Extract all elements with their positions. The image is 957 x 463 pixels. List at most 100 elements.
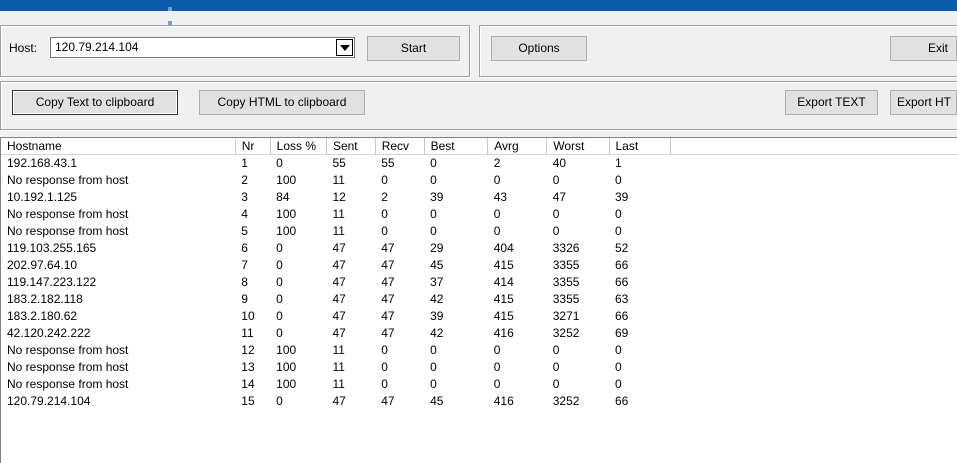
table-cell: 3355 bbox=[552, 275, 580, 289]
table-cell: 47 bbox=[381, 309, 395, 323]
column-header-nr[interactable]: Nr bbox=[235, 138, 271, 155]
table-cell: 63 bbox=[615, 292, 629, 306]
table-cell: 12 bbox=[241, 343, 255, 357]
table-row[interactable]: 192.168.43.1 1 0 55 55 0 2 40 1 bbox=[1, 155, 957, 173]
export-html-button[interactable]: Export HT bbox=[890, 90, 957, 115]
column-header-last[interactable]: Last bbox=[609, 138, 672, 155]
table-cell: 0 bbox=[615, 224, 622, 238]
table-cell: No response from host bbox=[7, 173, 129, 187]
table-cell: No response from host bbox=[7, 224, 129, 238]
table-cell: 0 bbox=[615, 360, 622, 374]
table-cell: 183.2.180.62 bbox=[7, 309, 78, 323]
table-cell: 0 bbox=[615, 377, 622, 391]
table-cell: 0 bbox=[430, 207, 437, 221]
table-row[interactable]: No response from host 5 100 11 0 0 0 0 0 bbox=[1, 223, 957, 240]
table-cell: 11 bbox=[332, 224, 345, 238]
column-header-hostname[interactable]: Hostname bbox=[1, 138, 236, 155]
table-cell: 47 bbox=[332, 241, 346, 255]
table-row[interactable]: 42.120.242.222 11 0 47 47 42 416 3252 69 bbox=[1, 325, 957, 342]
table-row[interactable]: No response from host 4 100 11 0 0 0 0 0 bbox=[1, 206, 957, 223]
table-cell-filler bbox=[671, 291, 957, 308]
table-cell: 9 bbox=[241, 292, 248, 306]
table-cell: 0 bbox=[430, 360, 437, 374]
table-row[interactable]: No response from host 14 100 11 0 0 0 0 0 bbox=[1, 376, 957, 393]
table-cell: 2 bbox=[381, 190, 388, 204]
table-cell: 55 bbox=[332, 156, 346, 170]
table-cell: 415 bbox=[493, 258, 514, 272]
column-header-avrg[interactable]: Avrg bbox=[487, 138, 548, 155]
column-header-recv[interactable]: Recv bbox=[375, 138, 425, 155]
table-cell: 0 bbox=[276, 275, 283, 289]
table-cell-filler bbox=[671, 274, 957, 291]
table-row[interactable]: 10.192.1.125 3 84 12 2 39 43 47 39 bbox=[1, 189, 957, 206]
table-cell: 11 bbox=[332, 173, 345, 187]
table-cell: 0 bbox=[552, 207, 560, 221]
table-cell-filler bbox=[671, 240, 957, 257]
results-table-container[interactable]: Hostname Nr Loss % Sent Recv Best Avrg Worst Las… bbox=[0, 137, 957, 463]
table-cell: 14 bbox=[241, 377, 255, 391]
table-cell: 1 bbox=[241, 156, 248, 170]
table-cell: 47 bbox=[381, 394, 395, 408]
table-cell: 0 bbox=[276, 156, 283, 170]
table-cell: 66 bbox=[615, 275, 629, 289]
table-cell: No response from host bbox=[7, 377, 129, 391]
table-cell: 3271 bbox=[552, 309, 580, 323]
table-row[interactable]: 119.103.255.165 6 0 47 47 29 404 3326 52 bbox=[1, 240, 957, 257]
table-row[interactable]: 120.79.214.104 15 0 47 47 45 416 3252 66 bbox=[1, 393, 957, 410]
table-cell: 5 bbox=[241, 224, 248, 238]
table-cell: 11 bbox=[332, 343, 345, 357]
table-row[interactable]: 183.2.180.62 10 0 47 47 39 415 3271 66 bbox=[1, 308, 957, 325]
table-cell: 0 bbox=[276, 394, 283, 408]
results-table: Hostname Nr Loss % Sent Recv Best Avrg Worst Las… bbox=[1, 138, 957, 410]
table-cell: 0 bbox=[430, 173, 437, 187]
table-cell: 415 bbox=[493, 309, 514, 323]
table-cell: 7 bbox=[241, 258, 248, 272]
table-row[interactable]: No response from host 13 100 11 0 0 0 0 0 bbox=[1, 359, 957, 376]
table-cell: 183.2.182.118 bbox=[7, 292, 83, 306]
table-cell: 0 bbox=[430, 224, 437, 238]
copy-text-button[interactable]: Copy Text to clipboard bbox=[12, 90, 178, 115]
table-cell-filler bbox=[671, 223, 957, 240]
column-header-sent[interactable]: Sent bbox=[326, 138, 376, 155]
table-cell: 66 bbox=[615, 258, 629, 272]
table-cell: 0 bbox=[552, 173, 560, 187]
table-cell: 0 bbox=[276, 292, 283, 306]
table-cell: 0 bbox=[615, 173, 622, 187]
table-cell: 0 bbox=[276, 241, 283, 255]
start-button[interactable]: Start bbox=[367, 36, 460, 61]
table-cell: 40 bbox=[552, 156, 567, 170]
table-row[interactable]: 183.2.182.118 9 0 47 47 42 415 3355 63 bbox=[1, 291, 957, 308]
table-cell: 3252 bbox=[552, 394, 580, 408]
chevron-down-icon bbox=[340, 45, 350, 51]
table-cell: 0 bbox=[552, 343, 560, 357]
table-cell: 11 bbox=[332, 207, 345, 221]
table-cell: 416 bbox=[493, 394, 514, 408]
copy-html-button[interactable]: Copy HTML to clipboard bbox=[199, 90, 365, 115]
table-cell: 0 bbox=[552, 224, 560, 238]
host-input[interactable]: 120.79.214.104 bbox=[55, 40, 138, 54]
table-cell: 11 bbox=[332, 377, 345, 391]
table-cell: 0 bbox=[430, 343, 437, 357]
exit-button[interactable]: Exit bbox=[890, 36, 957, 61]
table-cell: 119.147.223.122 bbox=[7, 275, 97, 289]
table-cell: 69 bbox=[615, 326, 629, 340]
table-row[interactable]: 119.147.223.122 8 0 47 47 37 414 3355 66 bbox=[1, 274, 957, 291]
host-combobox[interactable]: 120.79.214.104 bbox=[50, 37, 355, 58]
table-cell: 0 bbox=[381, 207, 388, 221]
column-header-best[interactable]: Best bbox=[424, 138, 489, 155]
table-row[interactable]: No response from host 12 100 11 0 0 0 0 0 bbox=[1, 342, 957, 359]
column-header-loss[interactable]: Loss % bbox=[270, 138, 327, 155]
table-cell: 202.97.64.10 bbox=[7, 258, 78, 272]
table-cell: 15 bbox=[241, 394, 255, 408]
table-cell: 47 bbox=[381, 275, 395, 289]
table-cell: 42.120.242.222 bbox=[7, 326, 91, 340]
export-text-button[interactable]: Export TEXT bbox=[785, 90, 878, 115]
table-cell: 39 bbox=[615, 190, 629, 204]
dropdown-button[interactable] bbox=[335, 39, 353, 56]
table-cell: 0 bbox=[615, 343, 622, 357]
options-button[interactable]: Options bbox=[491, 36, 587, 61]
column-header-worst[interactable]: Worst bbox=[546, 138, 610, 155]
table-cell: 12 bbox=[332, 190, 346, 204]
table-row[interactable]: No response from host 2 100 11 0 0 0 0 0 bbox=[1, 172, 957, 189]
table-row[interactable]: 202.97.64.10 7 0 47 47 45 415 3355 66 bbox=[1, 257, 957, 274]
